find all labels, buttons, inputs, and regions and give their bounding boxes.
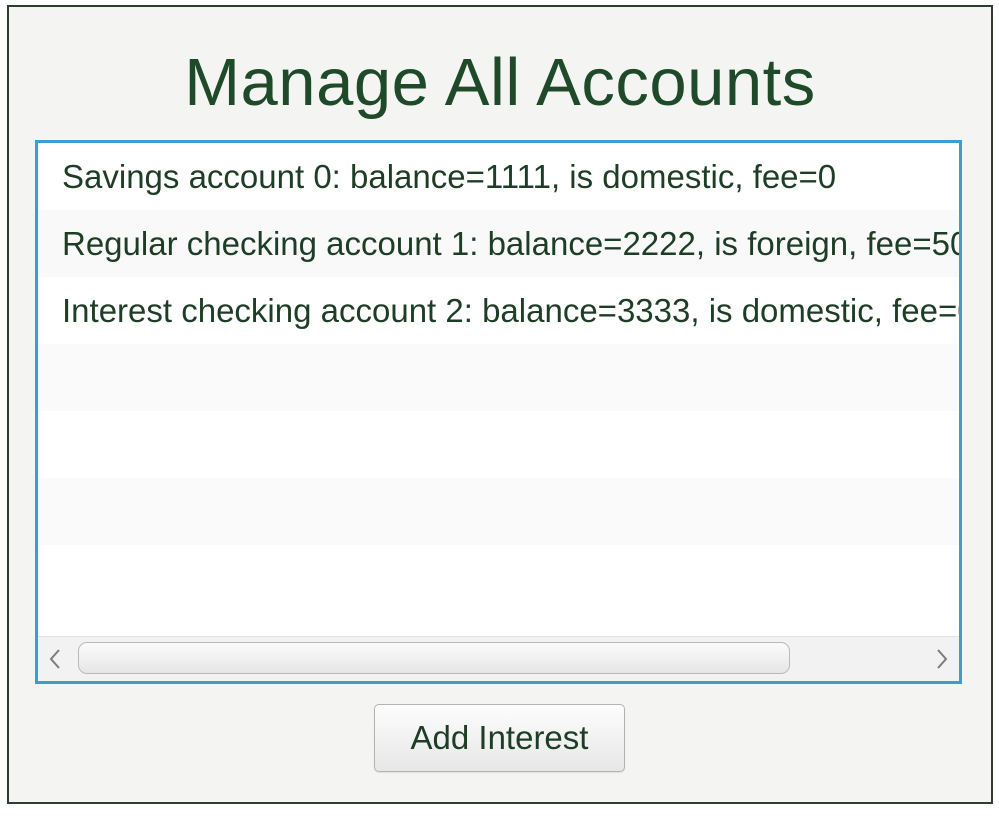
accounts-list-rows: Savings account 0: balance=1111, is dome… xyxy=(38,143,959,637)
scroll-right-button[interactable] xyxy=(925,637,959,681)
app-window: Manage All Accounts Savings account 0: b… xyxy=(7,5,993,804)
add-interest-button[interactable]: Add Interest xyxy=(374,704,625,772)
empty-row xyxy=(38,478,959,545)
chevron-right-icon xyxy=(937,649,948,669)
list-item[interactable]: Regular checking account 1: balance=2222… xyxy=(38,210,959,277)
scroll-left-button[interactable] xyxy=(38,637,72,681)
empty-row xyxy=(38,545,959,612)
page-title: Manage All Accounts xyxy=(184,45,816,120)
empty-row xyxy=(38,411,959,478)
accounts-list[interactable]: Savings account 0: balance=1111, is dome… xyxy=(35,140,962,684)
list-item[interactable]: Interest checking account 2: balance=333… xyxy=(38,277,959,344)
chevron-left-icon xyxy=(49,649,60,669)
scrollbar-thumb[interactable] xyxy=(78,642,790,674)
horizontal-scrollbar[interactable] xyxy=(38,636,959,681)
empty-row xyxy=(38,344,959,411)
list-item[interactable]: Savings account 0: balance=1111, is dome… xyxy=(38,143,959,210)
